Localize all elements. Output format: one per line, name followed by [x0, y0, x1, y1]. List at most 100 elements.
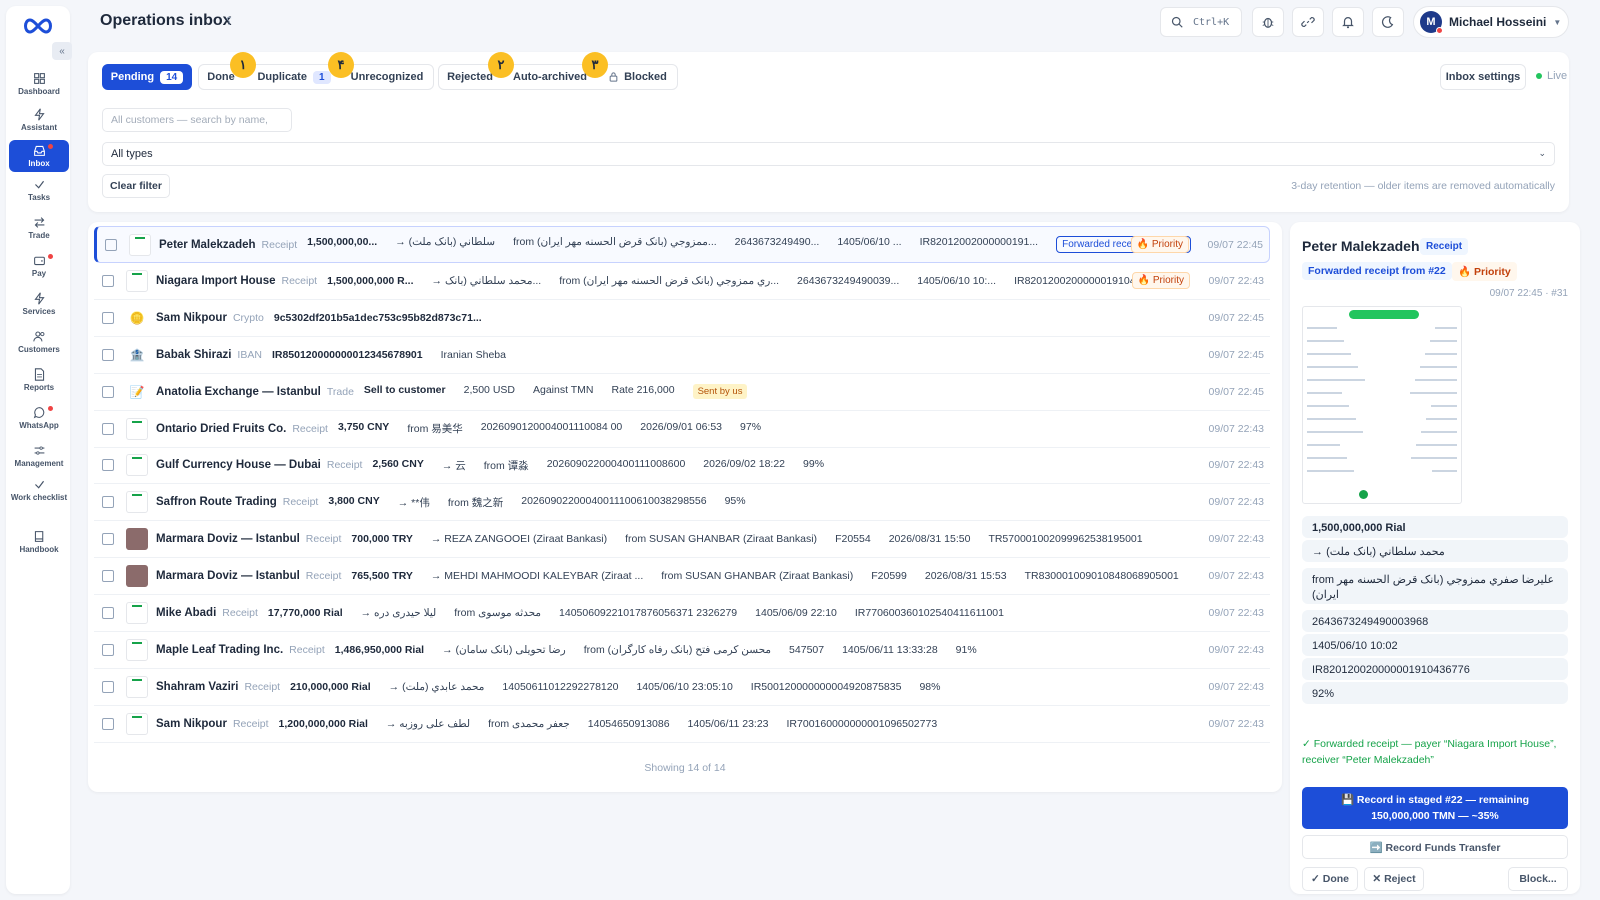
customer-search-input[interactable] — [102, 108, 292, 132]
table-row[interactable]: Saffron Route Trading Receipt 3,800 CNY → *… — [94, 484, 1270, 522]
global-search-button[interactable]: Ctrl+K — [1160, 7, 1242, 37]
table-row[interactable]: 🪙 Sam Nikpour Crypto 9c5302df201b5a1dec753c… — [94, 300, 1270, 337]
user-menu[interactable]: M Michael Hosseini ▼ — [1413, 6, 1569, 38]
row-thumbnail[interactable] — [126, 675, 148, 698]
sidebar-item-dashboard[interactable]: Dashboard — [9, 68, 69, 100]
table-row[interactable]: Marmara Doviz — Istanbul Receipt 765,500 T… — [94, 558, 1270, 596]
row-field: → 云 — [441, 459, 466, 472]
inbox-list: Peter Malekzadeh Receipt 1,500,000,00... → … — [88, 222, 1282, 792]
sidebar-item-services[interactable]: Services — [9, 288, 69, 320]
row-type: Receipt — [232, 717, 269, 730]
sidebar-item-handbook[interactable]: Handbook — [9, 526, 69, 558]
record-funds-transfer-button[interactable]: ➡️ Record Funds Transfer — [1302, 835, 1568, 859]
table-row[interactable]: Peter Malekzadeh Receipt 1,500,000,00... → … — [94, 226, 1270, 263]
row-thumbnail[interactable] — [126, 638, 148, 661]
row-thumbnail[interactable] — [126, 269, 148, 292]
tab-blocked[interactable]: Blocked — [600, 64, 676, 90]
detail-panel: Peter Malekzadeh Receipt Forwarded recei… — [1290, 222, 1580, 894]
help-icon[interactable]: ؟ — [226, 15, 232, 28]
row-field: Rate 216,000 — [611, 384, 675, 397]
row-checkbox[interactable] — [105, 238, 117, 251]
row-thumbnail[interactable] — [126, 454, 148, 477]
row-thumbnail[interactable] — [126, 565, 148, 588]
sidebar-item-pay[interactable]: Pay — [9, 250, 69, 282]
row-checkbox[interactable] — [102, 496, 114, 509]
clear-filter-button[interactable]: Clear filter — [102, 174, 170, 198]
sidebar-item-customers[interactable]: Customers — [9, 326, 69, 358]
row-field: from 易美华 — [407, 423, 463, 435]
row-field: IR770600360102540411611001 — [854, 607, 1004, 619]
sidebar-item-inbox[interactable]: Inbox — [9, 140, 69, 172]
record-staged-button[interactable]: 💾 Record in staged #22 — remaining 150,0… — [1302, 787, 1568, 829]
receipt-image[interactable] — [1302, 306, 1462, 504]
row-thumbnail[interactable] — [126, 528, 148, 551]
reject-button[interactable]: ✕ Reject — [1364, 867, 1424, 891]
table-row[interactable]: Shahram Vaziri Receipt 210,000,000 Rial → م… — [94, 669, 1270, 706]
table-row[interactable]: Niagara Import House Receipt 1,500,000,000… — [94, 263, 1270, 300]
sidebar-item-label: Pay — [31, 269, 47, 278]
row-checkbox[interactable] — [102, 311, 114, 324]
row-thumbnail[interactable] — [126, 491, 148, 514]
row-checkbox[interactable] — [102, 459, 114, 472]
tab-unrecognized[interactable]: Unrecognized — [344, 64, 430, 90]
sent-by-us-tag: Sent by us — [692, 384, 748, 400]
block-button[interactable]: Block... — [1508, 867, 1568, 891]
logo-icon[interactable] — [22, 14, 54, 38]
sidebar-item-work-checklist[interactable]: Work checklist — [9, 474, 69, 506]
table-row[interactable]: Ontario Dried Fruits Co. Receipt 3,750 CNY… — [94, 411, 1270, 448]
row-thumbnail[interactable] — [126, 712, 148, 735]
inbox-settings-button[interactable]: Inbox settings — [1440, 64, 1526, 90]
theme-toggle-button[interactable] — [1372, 7, 1404, 37]
row-thumbnail[interactable] — [126, 417, 148, 440]
row-checkbox[interactable] — [102, 274, 114, 287]
sidebar-item-assistant[interactable]: Assistant — [9, 104, 69, 136]
bolt-icon — [33, 108, 45, 121]
row-field: from ممزوجي (بانک قرض الحسنه مهر ایران).… — [513, 236, 717, 248]
row-checkbox[interactable] — [102, 422, 114, 435]
notification-dot — [48, 254, 53, 259]
tab-auto-archived[interactable]: Auto-archived — [508, 64, 592, 90]
sidebar-item-label: Customers — [18, 345, 60, 354]
table-row[interactable]: Marmara Doviz — Istanbul Receipt 700,000 T… — [94, 521, 1270, 559]
sidebar-item-tasks[interactable]: Tasks — [9, 174, 69, 206]
sidebar-item-reports[interactable]: Reports — [9, 364, 69, 396]
bug-report-button[interactable] — [1252, 7, 1284, 37]
row-checkbox[interactable] — [102, 348, 114, 361]
sidebar-item-label: Handbook — [19, 545, 59, 554]
tab-pending[interactable]: Pending 14 — [102, 64, 192, 90]
row-field: from SUSAN GHANBAR (Ziraat Bankasi) — [661, 570, 854, 583]
row-field: F20599 — [871, 570, 907, 583]
done-button[interactable]: ✓ Done — [1302, 867, 1358, 891]
table-row[interactable]: Sam Nikpour Receipt 1,200,000,000 Rial → لط… — [94, 706, 1270, 743]
detail-field: → محمد سلطاني (بانک ملت) — [1302, 540, 1568, 562]
sidebar-item-whatsapp[interactable]: WhatsApp — [9, 402, 69, 434]
notifications-button[interactable] — [1332, 7, 1364, 37]
sidebar-item-trade[interactable]: Trade — [9, 212, 69, 244]
table-row[interactable]: Gulf Currency House — Dubai Receipt 2,560 … — [94, 447, 1270, 485]
table-row[interactable]: 📝 Anatolia Exchange — Istanbul Trade Sell t… — [94, 374, 1270, 411]
row-checkbox[interactable] — [102, 570, 114, 583]
row-thumbnail[interactable]: 🪙 — [126, 307, 148, 329]
table-row[interactable]: 🏦 Babak Shirazi IBAN IR85012000000001234567… — [94, 337, 1270, 374]
row-thumbnail[interactable]: 📝 — [126, 381, 148, 403]
type-select[interactable]: All types ⌄ — [102, 142, 1555, 166]
row-thumbnail[interactable] — [129, 233, 151, 256]
receipt-line — [1426, 418, 1457, 420]
collapse-sidebar-button[interactable]: « — [52, 42, 72, 60]
link-button[interactable] — [1292, 7, 1324, 37]
row-thumbnail[interactable] — [126, 602, 148, 624]
row-checkbox[interactable] — [102, 717, 114, 730]
row-field: 3,750 CNY — [337, 421, 390, 433]
row-checkbox[interactable] — [102, 680, 114, 693]
table-row[interactable]: Maple Leaf Trading Inc. Receipt 1,486,950,… — [94, 632, 1270, 669]
tab-duplicate[interactable]: Duplicate 1 — [252, 64, 336, 90]
row-checkbox[interactable] — [102, 607, 114, 619]
table-row[interactable]: Mike Abadi Receipt 17,770,000 Rial → لیلا ح… — [94, 595, 1270, 632]
row-checkbox[interactable] — [102, 385, 114, 398]
bank-icon: 🏦 — [129, 347, 145, 362]
row-checkbox[interactable] — [102, 643, 114, 656]
row-checkbox[interactable] — [102, 533, 114, 546]
row-field: 1405/06/10 10:... — [917, 274, 997, 287]
sidebar-item-management[interactable]: Management — [9, 440, 69, 472]
row-thumbnail[interactable]: 🏦 — [126, 344, 148, 366]
